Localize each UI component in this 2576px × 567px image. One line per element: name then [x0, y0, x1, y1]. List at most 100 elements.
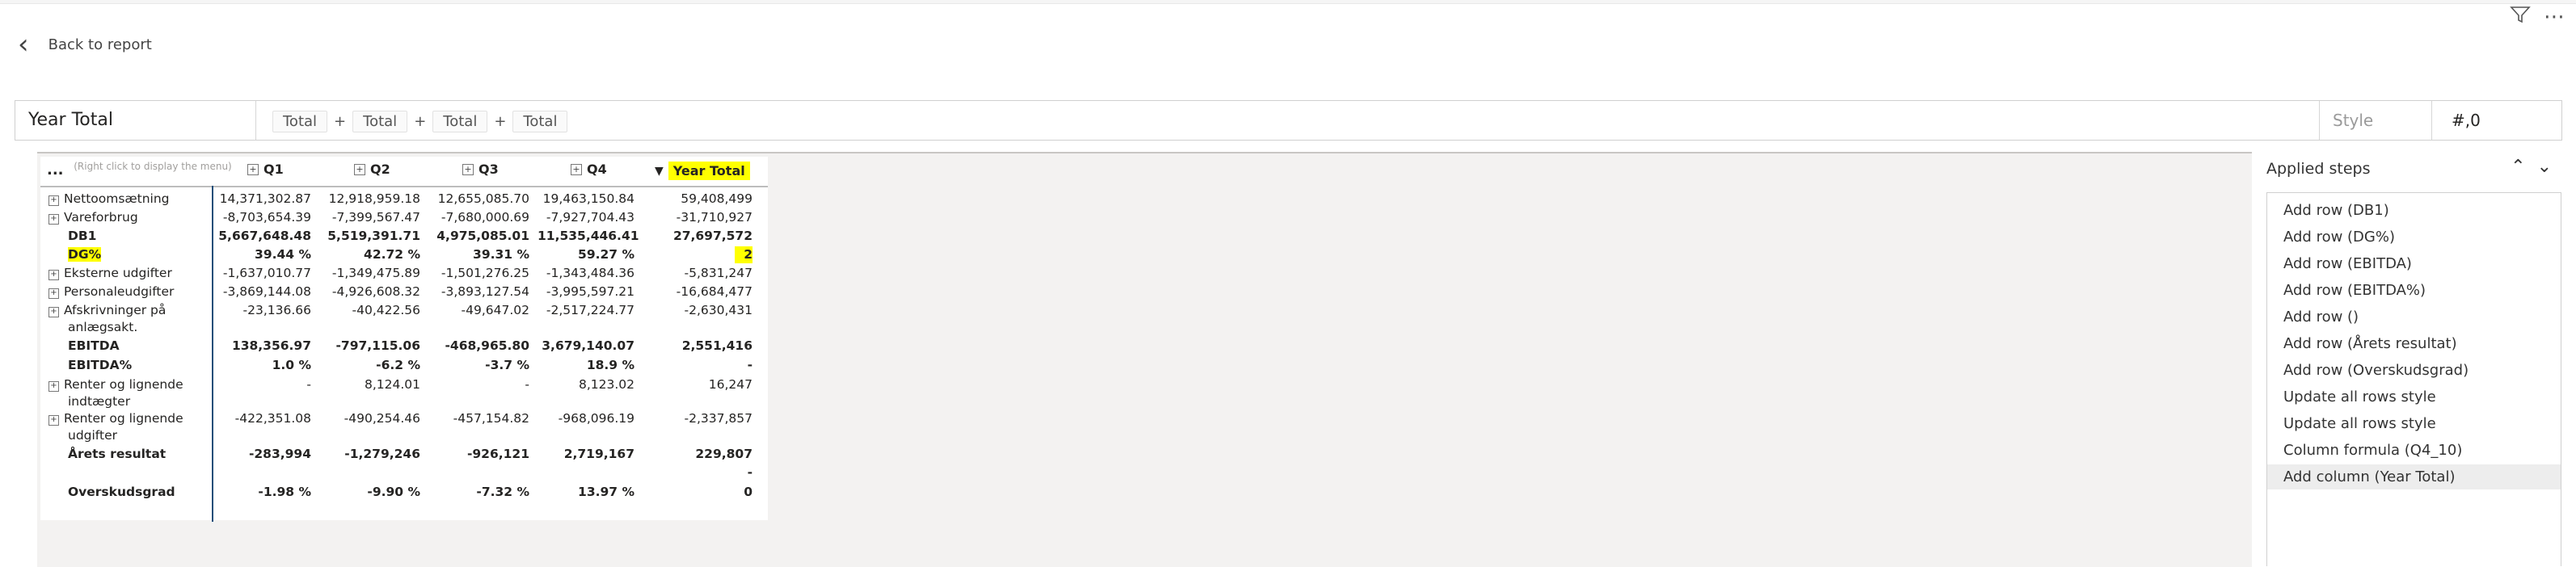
- table-cell[interactable]: 13.97 %: [538, 484, 635, 501]
- table-cell[interactable]: -23,136.66: [214, 302, 311, 319]
- table-cell[interactable]: -5,831,247: [643, 265, 753, 282]
- back-to-report-button[interactable]: ‹ Back to report: [18, 31, 152, 58]
- table-cell[interactable]: 2,719,167: [538, 446, 635, 463]
- table-cell[interactable]: 3,679,140.07: [538, 338, 635, 355]
- formula-token[interactable]: Total: [272, 111, 328, 132]
- applied-step-item[interactable]: Add row (Årets resultat): [2267, 331, 2561, 356]
- expand-icon[interactable]: +: [48, 307, 59, 317]
- table-cell[interactable]: -2,517,224.77: [538, 302, 635, 319]
- table-cell[interactable]: -7,927,704.43: [538, 209, 635, 226]
- table-cell[interactable]: 0: [643, 484, 753, 501]
- formula-token[interactable]: Total: [432, 111, 488, 132]
- table-cell[interactable]: 59,408,499: [643, 191, 753, 208]
- applied-step-item[interactable]: Add row (EBITDA): [2267, 251, 2561, 276]
- table-cell[interactable]: 59.27 %: [538, 246, 635, 263]
- table-cell[interactable]: -: [643, 357, 753, 374]
- table-cell[interactable]: 4,975,085.01: [428, 228, 529, 245]
- table-cell[interactable]: 8,124.01: [319, 376, 420, 393]
- table-cell[interactable]: -1,349,475.89: [319, 265, 420, 282]
- applied-step-item[interactable]: Column formula (Q4_10): [2267, 438, 2561, 463]
- expand-icon[interactable]: +: [48, 195, 59, 206]
- table-cell[interactable]: 42.72 %: [319, 246, 420, 263]
- menu-dots-icon[interactable]: ...: [47, 162, 64, 178]
- table-cell[interactable]: 12,655,085.70: [428, 191, 529, 208]
- table-cell[interactable]: 39.44 %: [214, 246, 311, 263]
- table-cell[interactable]: 138,356.97: [214, 338, 311, 355]
- expand-icon[interactable]: +: [462, 163, 474, 175]
- table-cell[interactable]: -31,710,927: [643, 209, 753, 226]
- table-cell[interactable]: -3,869,144.08: [214, 284, 311, 300]
- formula-token[interactable]: Total: [352, 111, 408, 132]
- table-cell[interactable]: 12,918,959.18: [319, 191, 420, 208]
- applied-step-item[interactable]: Update all rows style: [2267, 384, 2561, 410]
- applied-step-item[interactable]: Add row (): [2267, 304, 2561, 330]
- more-icon[interactable]: ⋯: [2544, 6, 2565, 27]
- table-cell[interactable]: -16,684,477: [643, 284, 753, 300]
- expand-icon[interactable]: +: [247, 163, 259, 175]
- table-cell[interactable]: -1,637,010.77: [214, 265, 311, 282]
- table-cell[interactable]: -7.32 %: [428, 484, 529, 501]
- table-cell[interactable]: -968,096.19: [538, 410, 635, 427]
- formula-name-field[interactable]: Year Total: [15, 101, 256, 140]
- expand-icon[interactable]: +: [48, 270, 59, 280]
- filter-icon[interactable]: [2510, 5, 2531, 28]
- chevron-up-icon[interactable]: ⌃: [2511, 157, 2525, 177]
- table-cell[interactable]: 2,551,416: [643, 338, 753, 355]
- table-cell[interactable]: 27,697,572: [643, 228, 753, 245]
- table-cell[interactable]: -40,422.56: [319, 302, 420, 319]
- table-cell[interactable]: -: [428, 376, 529, 393]
- applied-step-item[interactable]: Update all rows style: [2267, 411, 2561, 436]
- expand-icon[interactable]: +: [571, 163, 582, 175]
- table-cell[interactable]: -468,965.80: [428, 338, 530, 355]
- column-header-q4[interactable]: + Q4: [571, 162, 607, 177]
- table-cell[interactable]: 18.9 %: [538, 357, 635, 374]
- expand-icon[interactable]: +: [48, 381, 59, 392]
- table-cell[interactable]: -3.7 %: [428, 357, 529, 374]
- table-cell[interactable]: -422,351.08: [214, 410, 311, 427]
- table-cell[interactable]: -457,154.82: [428, 410, 529, 427]
- table-cell[interactable]: -3,893,127.54: [428, 284, 529, 300]
- style-format-field[interactable]: #,0: [2440, 101, 2561, 140]
- table-cell[interactable]: -283,994: [214, 446, 311, 463]
- table-cell[interactable]: -926,121: [428, 446, 529, 463]
- table-cell[interactable]: -2,630,431: [643, 302, 753, 319]
- table-cell[interactable]: -1,501,276.25: [428, 265, 529, 282]
- table-cell[interactable]: 5,519,391.71: [319, 228, 420, 245]
- applied-step-item[interactable]: Add column (Year Total): [2267, 464, 2561, 489]
- table-cell[interactable]: -4,926,608.32: [319, 284, 420, 300]
- table-cell[interactable]: 16,247: [643, 376, 753, 393]
- expand-icon[interactable]: +: [48, 415, 59, 426]
- formula-token[interactable]: Total: [512, 111, 568, 132]
- formula-expression[interactable]: Total + Total + Total + Total: [272, 111, 568, 132]
- sort-down-icon[interactable]: ▼: [655, 165, 664, 178]
- table-cell[interactable]: -2,337,857: [643, 410, 753, 427]
- table-cell[interactable]: -7,399,567.47: [319, 209, 420, 226]
- table-cell[interactable]: 14,371,302.87: [214, 191, 311, 208]
- table-cell[interactable]: -1.98 %: [214, 484, 311, 501]
- chevron-down-icon[interactable]: ⌄: [2537, 157, 2552, 177]
- table-cell[interactable]: -1,343,484.36: [538, 265, 635, 282]
- table-cell[interactable]: 5,667,648.48: [214, 228, 311, 245]
- table-cell[interactable]: 11,535,446.41: [538, 228, 639, 245]
- applied-step-item[interactable]: Add row (EBITDA%): [2267, 278, 2561, 303]
- table-cell[interactable]: -3,995,597.21: [538, 284, 635, 300]
- table-cell[interactable]: -: [643, 464, 753, 481]
- table-cell[interactable]: -797,115.06: [319, 338, 421, 355]
- table-cell[interactable]: -490,254.46: [319, 410, 420, 427]
- table-cell[interactable]: -49,647.02: [428, 302, 529, 319]
- table-cell[interactable]: -8,703,654.39: [214, 209, 311, 226]
- table-cell[interactable]: -1,279,246: [319, 446, 420, 463]
- table-cell[interactable]: -7,680,000.69: [428, 209, 529, 226]
- applied-step-item[interactable]: Add row (DB1): [2267, 198, 2561, 223]
- table-cell[interactable]: 2: [643, 246, 753, 263]
- expand-icon[interactable]: +: [354, 163, 365, 175]
- expand-icon[interactable]: +: [48, 214, 59, 225]
- table-cell[interactable]: -9.90 %: [319, 484, 420, 501]
- column-header-q3[interactable]: + Q3: [462, 162, 499, 177]
- table-cell[interactable]: -: [214, 376, 311, 393]
- applied-step-item[interactable]: Add row (Overskudsgrad): [2267, 358, 2561, 383]
- applied-step-item[interactable]: Add row (DG%): [2267, 225, 2561, 250]
- column-header-year-total[interactable]: ▼ Year Total: [655, 162, 750, 180]
- table-cell[interactable]: -6.2 %: [319, 357, 420, 374]
- column-header-q2[interactable]: + Q2: [354, 162, 390, 177]
